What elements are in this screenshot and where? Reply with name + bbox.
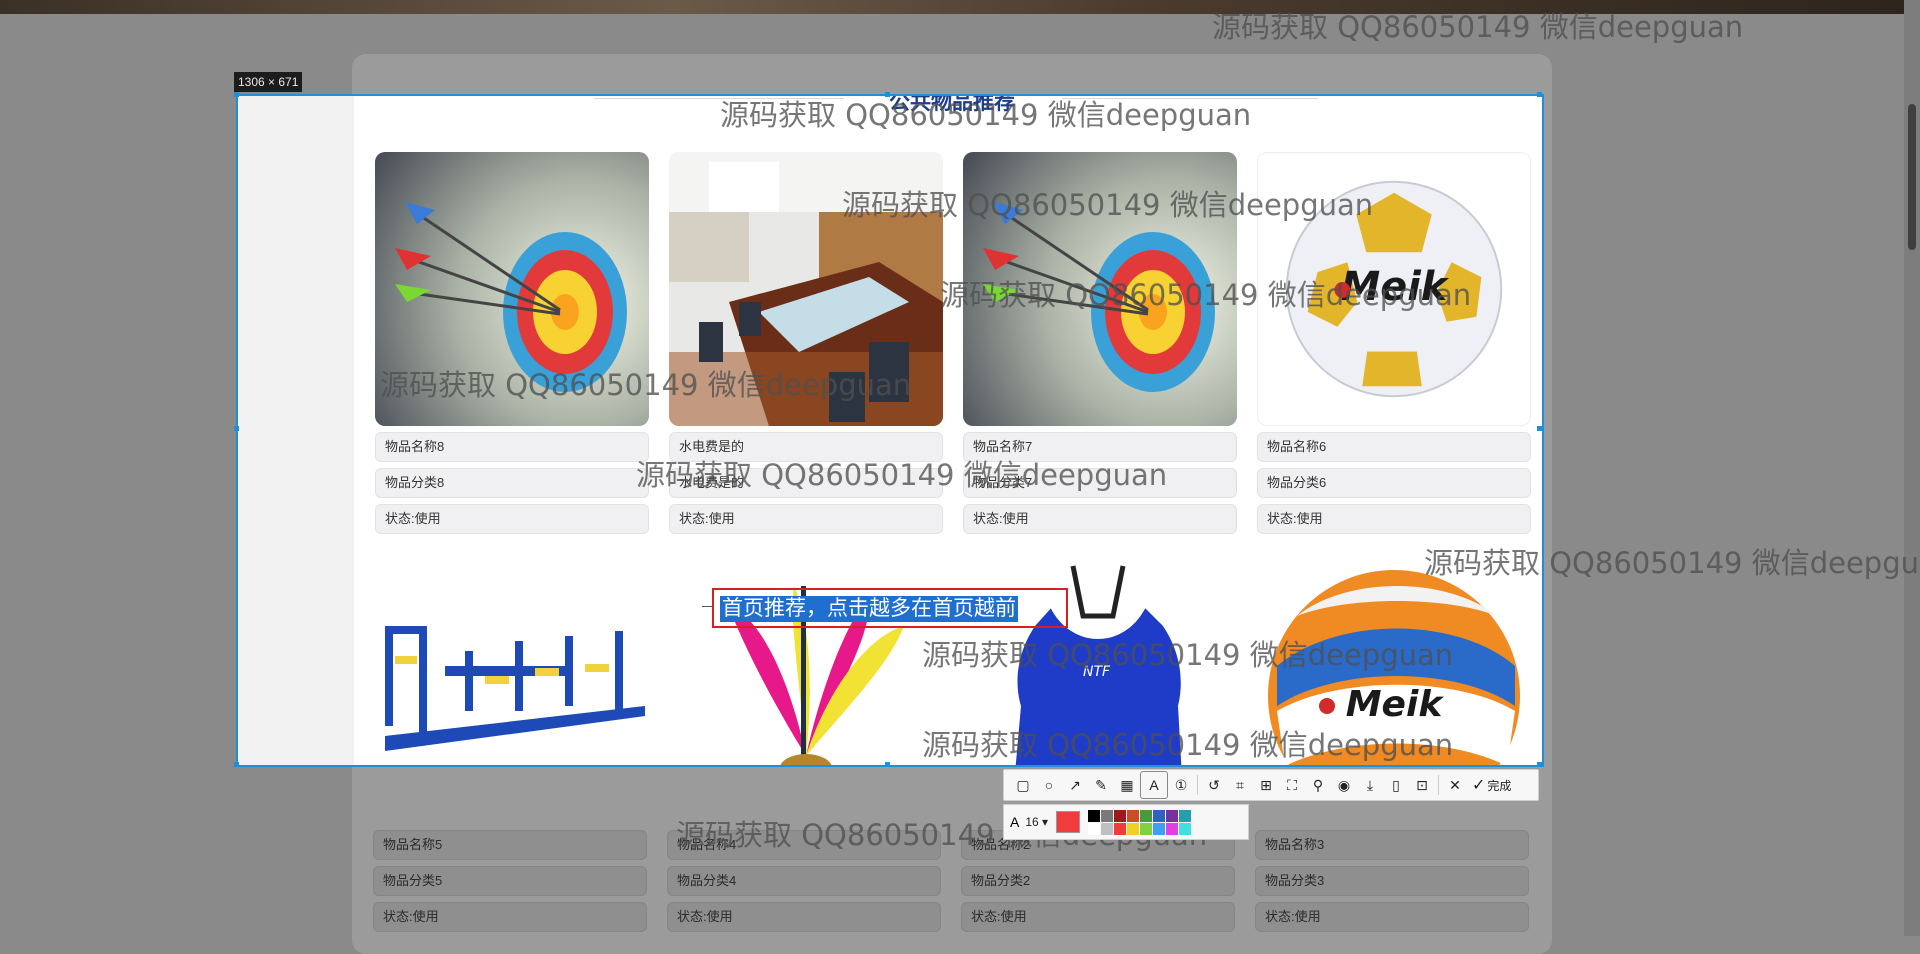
watermark-text: 源码获取 QQ86050149 微信deepguan bbox=[720, 98, 1252, 132]
toolbar-divider bbox=[1197, 775, 1198, 795]
color-swatch[interactable] bbox=[1153, 822, 1166, 835]
current-color-swatch[interactable] bbox=[1056, 811, 1081, 833]
color-swatch[interactable] bbox=[1114, 809, 1127, 822]
number-marker-icon[interactable]: ① bbox=[1168, 772, 1194, 798]
item-status: 状态:使用 bbox=[961, 902, 1235, 932]
close-icon[interactable]: ✕ bbox=[1442, 772, 1468, 798]
scrollbar-thumb[interactable] bbox=[1908, 104, 1916, 250]
handle-top-left[interactable] bbox=[234, 92, 239, 97]
done-button[interactable]: ✓ 完成 bbox=[1472, 775, 1511, 795]
watermark-text: 源码获取 QQ86050149 微信deepguan bbox=[842, 188, 1374, 222]
color-swatch[interactable] bbox=[1127, 822, 1140, 835]
item-status: 状态:使用 bbox=[375, 504, 649, 534]
ellipse-tool-icon[interactable]: ○ bbox=[1036, 772, 1062, 798]
color-swatch[interactable] bbox=[1140, 822, 1153, 835]
pen-tool-icon[interactable]: ✎ bbox=[1088, 772, 1114, 798]
download-icon[interactable]: ⤓ bbox=[1357, 772, 1383, 798]
color-swatch[interactable] bbox=[1101, 822, 1114, 835]
watermark-text: 源码获取 QQ86050149 微信deepguan bbox=[940, 278, 1472, 312]
watermark-text: 源码获取 QQ86050149 微信deepguan bbox=[922, 638, 1454, 672]
color-swatch[interactable] bbox=[1140, 809, 1153, 822]
font-icon: A bbox=[1010, 814, 1020, 830]
color-swatch[interactable] bbox=[1166, 809, 1179, 822]
pin-icon[interactable]: ⚲ bbox=[1305, 772, 1331, 798]
phone-send-icon[interactable]: ▯ bbox=[1383, 772, 1409, 798]
capture-size-badge: 1306 × 671 bbox=[234, 72, 303, 92]
annotation-text-box[interactable]: 首页推荐，点击越多在首页越前 bbox=[712, 588, 1068, 628]
svg-text:Meik: Meik bbox=[1346, 684, 1445, 725]
watermark-text: 源码获取 QQ86050149 微信deepguan bbox=[1424, 546, 1920, 580]
color-swatch[interactable] bbox=[1166, 822, 1179, 835]
arrow-tool-icon[interactable]: ↗ bbox=[1062, 772, 1088, 798]
annotation-text[interactable]: 首页推荐，点击越多在首页越前 bbox=[720, 596, 1018, 622]
item-category: 物品分类8 bbox=[375, 468, 649, 498]
color-swatch[interactable] bbox=[1127, 809, 1140, 822]
page-left-margin bbox=[238, 96, 354, 765]
item-name: 物品名称8 bbox=[375, 432, 649, 462]
rectangle-tool-icon[interactable]: ▢ bbox=[1010, 772, 1036, 798]
watermark-text: 源码获取 QQ86050149 微信deepguan bbox=[922, 728, 1454, 762]
item-category: 物品分类4 bbox=[667, 866, 941, 896]
handle-bottom[interactable] bbox=[885, 762, 890, 767]
color-swatch[interactable] bbox=[1101, 809, 1114, 822]
item-status: 状态:使用 bbox=[669, 504, 943, 534]
item-name: 物品名称3 bbox=[1255, 830, 1529, 860]
color-palette[interactable] bbox=[1088, 809, 1192, 835]
color-swatch[interactable] bbox=[1088, 822, 1101, 835]
handle-right[interactable] bbox=[1537, 426, 1542, 431]
item-category: 物品分类3 bbox=[1255, 866, 1529, 896]
text-tool-icon[interactable]: A bbox=[1140, 771, 1168, 799]
toolbar-divider bbox=[1438, 775, 1439, 795]
text-style-bar: A 16 ▾ bbox=[1003, 804, 1249, 840]
record-icon[interactable]: ◉ bbox=[1331, 772, 1357, 798]
watermark-text: 源码获取 QQ86050149 微信deepguan bbox=[1212, 10, 1744, 44]
handle-bottom-left[interactable] bbox=[234, 762, 239, 767]
done-label: 完成 bbox=[1487, 778, 1512, 793]
item-category: 物品分类5 bbox=[373, 866, 647, 896]
color-swatch[interactable] bbox=[1114, 822, 1127, 835]
item-category: 物品分类2 bbox=[961, 866, 1235, 896]
item-category: 物品分类6 bbox=[1257, 468, 1531, 498]
check-icon: ✓ bbox=[1472, 777, 1486, 794]
watermark-text: 源码获取 QQ86050149 微信deepguan bbox=[636, 458, 1168, 492]
translate-icon[interactable]: ⊞ bbox=[1253, 772, 1279, 798]
color-swatch[interactable] bbox=[1153, 809, 1166, 822]
item-status: 状态:使用 bbox=[1257, 504, 1531, 534]
color-swatch[interactable] bbox=[1179, 809, 1192, 822]
item-status: 状态:使用 bbox=[667, 902, 941, 932]
font-size-select[interactable]: 16 ▾ bbox=[1025, 815, 1048, 829]
bookmark-icon[interactable]: ⊡ bbox=[1409, 772, 1435, 798]
item-image-fitness-equipment[interactable] bbox=[375, 556, 649, 765]
ocr-icon[interactable]: ⌗ bbox=[1227, 772, 1253, 798]
watermark-text: 源码获取 QQ86050149 微信deepguan bbox=[380, 368, 912, 402]
handle-top-right[interactable] bbox=[1537, 92, 1542, 97]
item-status: 状态:使用 bbox=[963, 504, 1237, 534]
scrollbar[interactable] bbox=[1904, 0, 1920, 936]
item-status: 状态:使用 bbox=[1255, 902, 1529, 932]
item-name: 物品名称5 bbox=[373, 830, 647, 860]
item-name: 物品名称6 bbox=[1257, 432, 1531, 462]
item-status: 状态:使用 bbox=[373, 902, 647, 932]
handle-bottom-right[interactable] bbox=[1537, 762, 1542, 767]
long-screenshot-icon[interactable]: ⛶ bbox=[1279, 772, 1305, 798]
color-swatch[interactable] bbox=[1179, 822, 1192, 835]
color-swatch[interactable] bbox=[1088, 809, 1101, 822]
handle-left[interactable] bbox=[234, 426, 239, 431]
mosaic-tool-icon[interactable]: ▦ bbox=[1114, 772, 1140, 798]
annotation-toolbar: ▢ ○ ↗ ✎ ▦ A ① ↺ ⌗ ⊞ ⛶ ⚲ ◉ ⤓ ▯ ⊡ ✕ ✓ 完成 bbox=[1003, 769, 1539, 801]
undo-icon[interactable]: ↺ bbox=[1201, 772, 1227, 798]
